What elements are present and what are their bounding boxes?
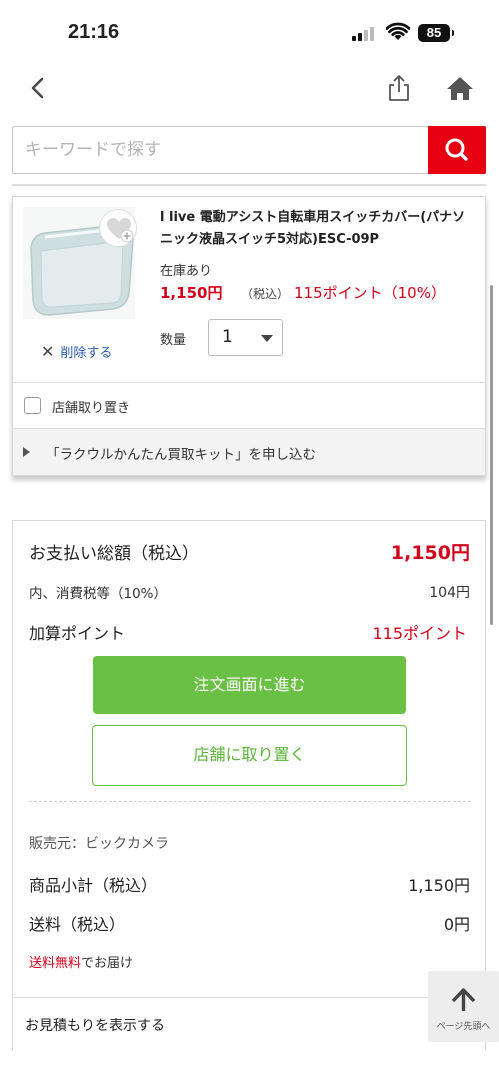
reserve-at-store-button[interactable]: 店舗に取り置く: [92, 725, 407, 786]
search-button[interactable]: [428, 126, 486, 174]
previous-card-edge: [12, 184, 486, 186]
favorite-heart-button[interactable]: [99, 209, 137, 247]
search-input[interactable]: [13, 127, 429, 173]
tax-label: 内、消費税等（10%）: [29, 586, 168, 602]
subtotal-label: 商品小計（税込）: [29, 876, 158, 895]
divider: [29, 801, 471, 802]
proceed-to-order-button[interactable]: 注文画面に進む: [93, 656, 406, 714]
store-pickup-label: 店舗取り置き: [52, 401, 131, 416]
search-bar: [12, 126, 486, 174]
cart-item-card: ✕ 削除する l live 電動アシスト自転車用スイッチカバー(パナソニック液晶ス…: [12, 196, 486, 476]
free-shipping-rest: でお届け: [81, 956, 134, 971]
quantity-select[interactable]: 1: [208, 319, 283, 356]
shipping-value: 0円: [443, 915, 470, 934]
tax-included-note: （税込）: [241, 287, 290, 301]
scroll-to-top-label: ページ先頭へ: [436, 1022, 491, 1032]
buyback-kit-label: 「ラクウルかんたん買取キット」を申し込む: [46, 447, 316, 463]
stock-status: 在庫あり: [160, 264, 213, 279]
share-icon[interactable]: [385, 72, 413, 104]
status-bar: 21:16 85: [0, 0, 499, 66]
free-shipping-highlight: 送料無料: [29, 956, 82, 971]
quantity-label: 数量: [160, 333, 187, 348]
battery-icon: 85: [418, 24, 454, 42]
scrollbar[interactable]: [490, 285, 493, 625]
order-summary: お支払い総額（税込） 1,150円 内、消費税等（10%） 104円 加算ポイン…: [12, 520, 486, 1050]
search-icon: [445, 138, 468, 161]
arrow-up-icon: [451, 988, 476, 1011]
item-price: 1,150円: [160, 284, 223, 302]
total-label: お支払い総額（税込）: [29, 544, 199, 564]
store-pickup-checkbox[interactable]: [24, 397, 41, 414]
shipping-label: 送料（税込）: [29, 915, 126, 934]
chevron-down-icon: [261, 335, 273, 342]
delete-label: 削除する: [60, 346, 113, 361]
free-shipping-note: 送料無料でお届け: [29, 952, 133, 971]
total-value: 1,150円: [390, 542, 470, 564]
seller-label: 販売元：ビックカメラ: [29, 836, 169, 852]
heart-plus-icon: [107, 218, 134, 243]
triangle-right-icon: [23, 447, 30, 457]
wifi-icon: [386, 22, 410, 40]
close-icon: ✕: [41, 342, 55, 361]
item-points: 115ポイント（10%）: [294, 284, 446, 302]
points-value: 115ポイント: [372, 624, 467, 643]
home-icon[interactable]: [444, 72, 476, 104]
scroll-to-top-button[interactable]: ページ先頭へ: [428, 971, 499, 1042]
show-estimate-link[interactable]: お見積もりを表示する: [25, 1015, 165, 1035]
back-arrow-icon[interactable]: [26, 74, 52, 102]
tax-value: 104円: [429, 585, 470, 601]
store-pickup-row[interactable]: 店舗取り置き: [13, 382, 485, 428]
cellular-signal-icon: [352, 27, 378, 41]
subtotal-value: 1,150円: [408, 876, 470, 895]
buyback-kit-row[interactable]: 「ラクウルかんたん買取キット」を申し込む: [13, 428, 485, 475]
status-time: 21:16: [68, 21, 120, 43]
quantity-value: 1: [222, 327, 233, 347]
points-label: 加算ポイント: [29, 624, 126, 643]
product-name[interactable]: l live 電動アシスト自転車用スイッチカバー(パナソニック液晶スイッチ5対応…: [160, 207, 475, 251]
divider: [13, 997, 485, 998]
delete-link[interactable]: ✕ 削除する: [41, 342, 112, 361]
